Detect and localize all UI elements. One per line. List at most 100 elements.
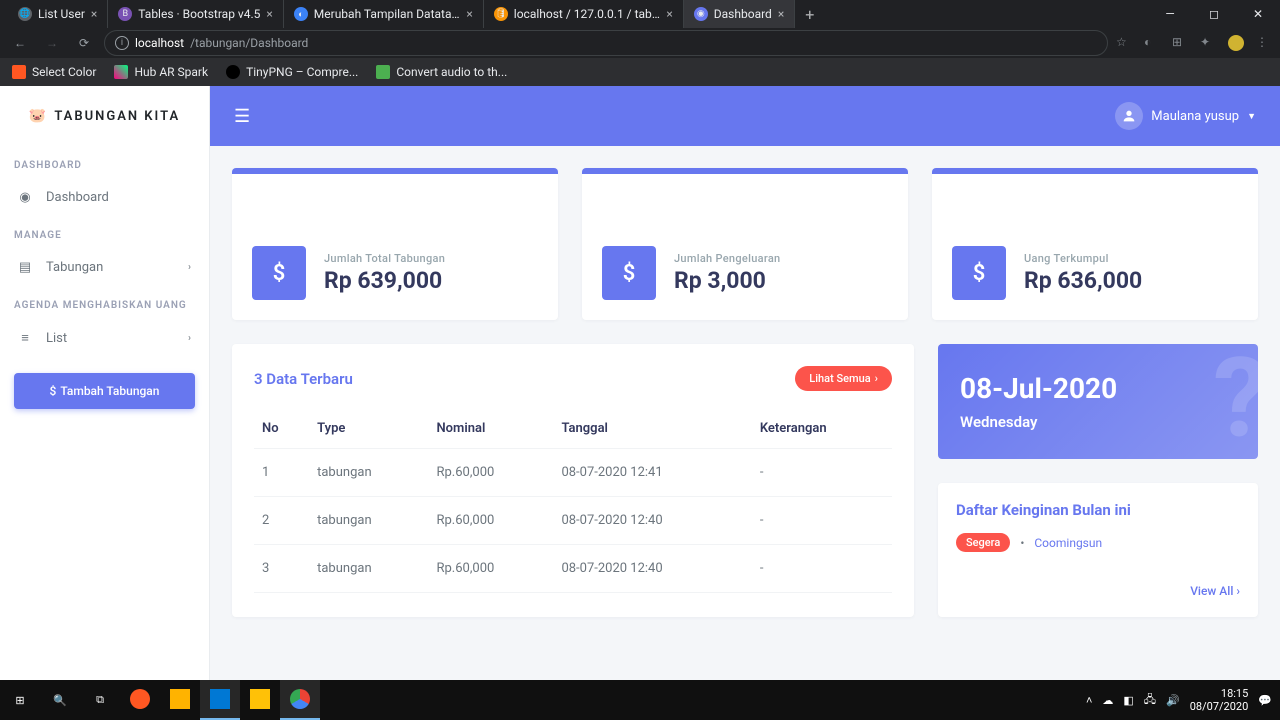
stat-label: Jumlah Total Tabungan <box>324 252 445 265</box>
site-icon: ◐ <box>294 7 308 21</box>
stat-card-expense: $ Jumlah PengeluaranRp 3,000 <box>582 168 908 320</box>
wish-text[interactable]: Coomingsun <box>1034 536 1102 550</box>
reload-button[interactable]: ⟳ <box>72 31 96 55</box>
bookmark-label: TinyPNG – Compre... <box>246 65 358 79</box>
url-domain: localhost <box>135 36 184 50</box>
question-icon: ? <box>1213 344 1258 459</box>
section-title: DASHBOARD <box>0 146 209 179</box>
date-text: 08-Jul-2020 <box>960 372 1236 405</box>
bookmark-item[interactable]: Select Color <box>12 65 96 79</box>
nav-label: Dashboard <box>46 190 109 205</box>
browser-tab[interactable]: 🌐List User× <box>8 0 108 28</box>
stat-card-collected: $ Uang TerkumpulRp 636,000 <box>932 168 1258 320</box>
dollar-icon: $ <box>952 246 1006 300</box>
extensions-icon[interactable]: ✦ <box>1200 35 1216 51</box>
close-icon[interactable]: × <box>666 7 672 21</box>
extension-icon[interactable]: ◐ <box>1144 35 1160 51</box>
taskbar-app[interactable] <box>240 680 280 720</box>
wishlist-card: Daftar Keinginan Bulan ini Segera • Coom… <box>938 483 1258 617</box>
view-all-link[interactable]: View All › <box>1190 584 1240 598</box>
chevron-right-icon: › <box>875 372 878 385</box>
caret-down-icon: ▼ <box>1247 111 1256 122</box>
star-icon[interactable]: ☆ <box>1116 35 1132 51</box>
user-menu[interactable]: Maulana yusup ▼ <box>1115 102 1256 130</box>
menu-toggle-icon[interactable]: ☰ <box>234 106 250 127</box>
task-view-button[interactable]: ⧉ <box>80 680 120 720</box>
close-icon[interactable]: × <box>91 7 97 21</box>
bullet-icon: • <box>1020 536 1024 550</box>
col-nominal: Nominal <box>428 409 553 449</box>
system-clock[interactable]: 18:15 08/07/2020 <box>1190 687 1249 713</box>
taskbar-app-vscode[interactable] <box>200 680 240 720</box>
taskbar-app[interactable] <box>160 680 200 720</box>
stat-card-total: $ Jumlah Total TabunganRp 639,000 <box>232 168 558 320</box>
bookmark-item[interactable]: Convert audio to th... <box>376 65 507 79</box>
bookmark-item[interactable]: Hub AR Spark <box>114 65 208 79</box>
stat-value: Rp 636,000 <box>1024 267 1142 294</box>
menu-icon[interactable]: ⋮ <box>1256 35 1272 51</box>
col-keterangan: Keterangan <box>752 409 892 449</box>
add-tabungan-button[interactable]: $Tambah Tabungan <box>14 373 195 409</box>
view-all-button[interactable]: Lihat Semua› <box>795 366 892 391</box>
site-info-icon[interactable]: i <box>115 36 129 50</box>
stat-value: Rp 639,000 <box>324 267 445 294</box>
close-icon[interactable]: × <box>778 7 784 21</box>
browser-tabs: 🌐List User× BTables · Bootstrap v4.5× ◐M… <box>0 0 1280 28</box>
tray-chevron-icon[interactable]: ˄ <box>1086 694 1092 707</box>
table-row: 2tabunganRp.60,00008-07-2020 12:40- <box>254 497 892 545</box>
chevron-right-icon: › <box>188 333 191 344</box>
minimize-button[interactable]: — <box>1148 0 1192 28</box>
piggybank-icon: 🐷 <box>29 108 48 124</box>
sidebar-item-tabungan[interactable]: ▤Tabungan› <box>0 249 209 286</box>
close-icon[interactable]: × <box>466 7 472 21</box>
tab-title: Dashboard <box>714 7 772 21</box>
chevron-right-icon: › <box>1236 584 1240 598</box>
taskbar-app-chrome[interactable] <box>280 680 320 720</box>
tab-title: List User <box>38 7 85 21</box>
bookmark-label: Convert audio to th... <box>396 65 507 79</box>
tray-cloud-icon[interactable]: ☁ <box>1102 694 1113 707</box>
table-row: 1tabunganRp.60,00008-07-2020 12:41- <box>254 449 892 497</box>
sidebar-item-list[interactable]: ≡ List › <box>0 319 209 357</box>
tab-title: Tables · Bootstrap v4.5 <box>138 7 260 21</box>
brand-logo[interactable]: 🐷TABUNGAN KITA <box>0 86 209 146</box>
table-row: 3tabunganRp.60,00008-07-2020 12:40- <box>254 545 892 593</box>
browser-tab[interactable]: 🛢 localhost / 127.0.0.1 / tabungan | × <box>484 0 684 28</box>
link-label: View All <box>1190 584 1233 598</box>
close-icon[interactable]: × <box>266 7 272 21</box>
topbar: ☰ Maulana yusup ▼ <box>210 86 1280 146</box>
site-icon: ◉ <box>694 7 708 21</box>
profile-icon[interactable] <box>1228 35 1244 51</box>
bookmark-icon <box>376 65 390 79</box>
phpmyadmin-icon: 🛢 <box>494 7 508 21</box>
address-bar[interactable]: i localhost/tabungan/Dashboard <box>104 30 1108 56</box>
avatar-icon <box>1115 102 1143 130</box>
close-window-button[interactable]: ✕ <box>1236 0 1280 28</box>
bookmark-item[interactable]: TinyPNG – Compre... <box>226 65 358 79</box>
search-button[interactable]: 🔍 <box>40 680 80 720</box>
clock-time: 18:15 <box>1190 687 1249 700</box>
nav-label: List <box>46 331 67 346</box>
browser-tab-active[interactable]: ◉ Dashboard × <box>684 0 795 28</box>
dollar-icon: $ <box>602 246 656 300</box>
new-tab-button[interactable]: + <box>795 5 824 24</box>
notifications-icon[interactable]: 💬 <box>1258 694 1272 707</box>
nav-label: Tabungan <box>46 260 103 275</box>
back-button[interactable]: ← <box>8 31 32 55</box>
bookmark-label: Hub AR Spark <box>134 65 208 79</box>
tray-network-icon[interactable]: 🖧 <box>1144 691 1156 710</box>
forward-button[interactable]: → <box>40 31 64 55</box>
extension-icon[interactable]: ⊞ <box>1172 35 1188 51</box>
bookmark-icon <box>226 65 240 79</box>
tray-volume-icon[interactable]: 🔊 <box>1166 694 1180 707</box>
start-button[interactable]: ⊞ <box>0 680 40 720</box>
button-label: Tambah Tabungan <box>60 384 159 398</box>
browser-tab[interactable]: BTables · Bootstrap v4.5× <box>108 0 283 28</box>
sidebar-item-dashboard[interactable]: ◉Dashboard <box>0 179 209 216</box>
list-icon: ≡ <box>18 330 32 346</box>
browser-tab[interactable]: ◐Merubah Tampilan Datatable Me× <box>284 0 484 28</box>
tab-title: localhost / 127.0.0.1 / tabungan | <box>514 7 661 21</box>
tray-app-icon[interactable]: ◧ <box>1123 694 1133 707</box>
maximize-button[interactable]: ◻ <box>1192 0 1236 28</box>
taskbar-app[interactable] <box>120 680 160 720</box>
